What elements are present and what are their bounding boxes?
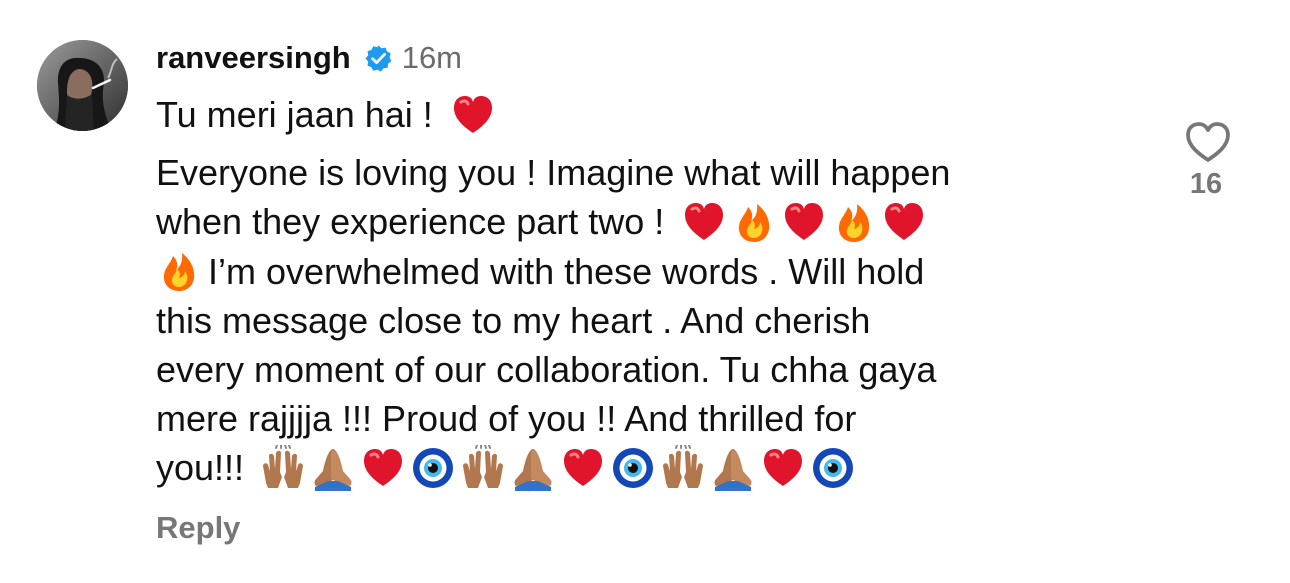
folded-hands-icon (510, 445, 556, 491)
comment-line-1: Everyone is loving you ! Imagine what wi… (156, 148, 1156, 197)
red-heart-icon (881, 199, 927, 245)
evil-eye-icon (610, 445, 656, 491)
comment-line-4: this message close to my heart . And che… (156, 296, 1156, 345)
heart-outline-icon[interactable] (1184, 121, 1232, 164)
comment-first-line-text: Tu meri jaan hai ! (156, 94, 433, 135)
comment-line-5-text: every moment of our collaboration. Tu ch… (156, 348, 937, 390)
comment-line-2-text: when they experience part two ! (156, 201, 665, 243)
red-heart-icon (560, 445, 606, 491)
comment-line-6: mere rajjjja !!! Proud of you !! And thr… (156, 394, 1156, 443)
folded-hands-icon (310, 445, 356, 491)
raising-hands-icon (660, 444, 706, 491)
red-heart-icon (450, 92, 496, 138)
comment-line-3: I’m overwhelmed with these words . Will … (156, 247, 1156, 296)
red-heart-icon (360, 445, 406, 491)
evil-eye-icon (810, 445, 856, 491)
raising-hands-icon (460, 444, 506, 491)
avatar[interactable] (37, 40, 128, 131)
fire-icon (156, 248, 202, 294)
final-emoji-group (260, 444, 856, 491)
comment-line-7: you!!! (156, 443, 1156, 492)
verified-badge-icon (365, 45, 392, 71)
fire-icon (831, 199, 877, 245)
comment-text: Tu meri jaan hai ! Everyone is loving yo… (156, 90, 1156, 493)
red-heart-icon (681, 199, 727, 245)
comment: ranveersingh 16m Tu meri jaan hai ! Ever… (0, 0, 1290, 583)
comment-line-3-text: I’m overwhelmed with these words . Will … (208, 250, 925, 292)
comment-line-7-text: you!!! (156, 447, 245, 489)
line-2-emoji-group (681, 199, 927, 245)
comment-line-5: every moment of our collaboration. Tu ch… (156, 345, 1156, 394)
comment-line-1-text: Everyone is loving you ! Imagine what wi… (156, 152, 951, 194)
reply-button[interactable]: Reply (156, 510, 240, 546)
username[interactable]: ranveersingh (156, 40, 351, 76)
comment-line-6-text: mere rajjjja !!! Proud of you !! And thr… (156, 398, 857, 440)
evil-eye-icon (410, 445, 456, 491)
comment-line-4-text: this message close to my heart . And che… (156, 299, 871, 341)
red-heart-icon (781, 199, 827, 245)
comment-header: ranveersingh 16m (156, 36, 462, 80)
first-line-emoji-group (450, 92, 496, 138)
fire-icon (731, 199, 777, 245)
red-heart-icon (760, 445, 806, 491)
comment-first-line: Tu meri jaan hai ! (156, 90, 1156, 139)
folded-hands-icon (710, 445, 756, 491)
comment-timestamp: 16m (401, 40, 463, 75)
comment-line-2: when they experience part two ! (156, 197, 1156, 246)
raising-hands-icon (260, 444, 306, 491)
like-count: 16 (1189, 168, 1223, 200)
